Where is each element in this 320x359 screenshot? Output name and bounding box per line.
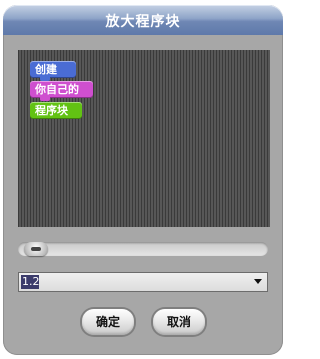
- dialog-title: 放大程序块: [105, 14, 181, 30]
- ok-button[interactable]: 确定: [82, 309, 134, 335]
- zoom-slider-knob[interactable]: [24, 242, 48, 256]
- preview-block-create: 创建: [30, 61, 76, 81]
- cancel-button[interactable]: 取消: [153, 309, 205, 335]
- preview-block-blocks: 程序块: [30, 102, 82, 119]
- zoom-select-value: 1.2: [21, 275, 40, 289]
- chevron-down-icon: [254, 279, 262, 284]
- title-bar[interactable]: 放大程序块: [3, 5, 283, 35]
- preview-block-your-own: 你自己的: [30, 81, 93, 101]
- zoom-slider-track[interactable]: [18, 242, 268, 256]
- zoom-blocks-dialog: 放大程序块 创建 你自己的 程序块 1.2 确定 取消: [0, 0, 289, 359]
- zoom-select[interactable]: 1.2: [18, 272, 268, 292]
